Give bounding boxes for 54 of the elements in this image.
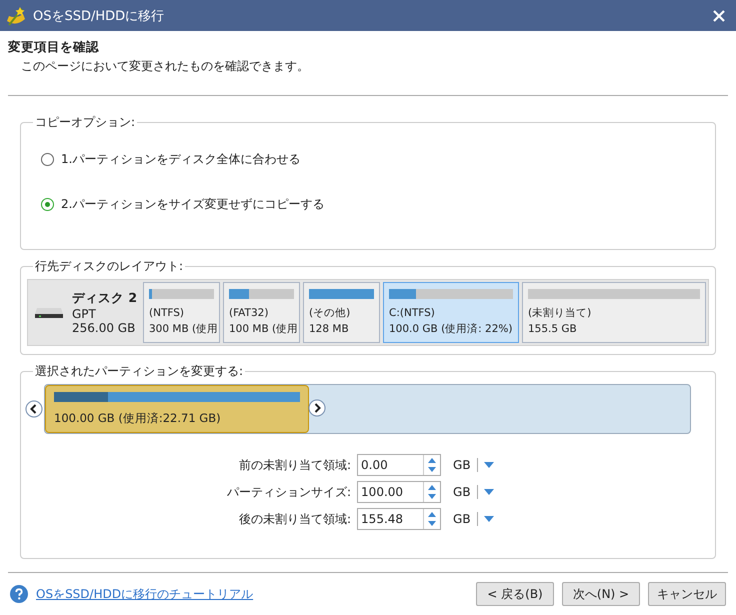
app-icon [5, 4, 27, 26]
partition-info: 100.0 GB (使用済: 22%) [389, 322, 512, 337]
partition-name: C:(NTFS) [389, 306, 435, 321]
page-title: 変更項目を確認 [8, 39, 100, 56]
partition-block[interactable]: (未割り当て) 155.5 GB [522, 282, 706, 343]
hard-drive-icon [34, 306, 64, 320]
group-legend: コピーオプション: [33, 114, 138, 131]
usage-bar [309, 289, 374, 299]
tutorial-link[interactable]: OSをSSD/HDDに移行のチュートリアル [36, 586, 254, 602]
disk-name: ディスク 2 [72, 290, 138, 307]
close-icon[interactable] [712, 8, 726, 22]
number-field[interactable]: 0.00 [357, 454, 442, 476]
dropdown-caret-icon[interactable] [484, 516, 494, 522]
usage-bar [149, 289, 214, 299]
page-subtitle: このページにおいて変更されたものを確認できます。 [20, 58, 310, 75]
partition-name: (NTFS) [149, 306, 184, 321]
radio-option[interactable]: 2.パーティションをサイズ変更せずにコピーする [41, 196, 709, 213]
next-button[interactable]: 次へ(N) > [562, 582, 640, 606]
cancel-button[interactable]: キャンセル [648, 582, 726, 606]
partition-info: 128 MB [309, 322, 349, 337]
field-label: パーティションサイズ: [227, 484, 352, 500]
radio-button[interactable] [41, 153, 54, 166]
unit-label: GB [447, 485, 478, 499]
dropdown-caret-icon[interactable] [484, 462, 494, 468]
field-label: 前の未割り当て領域: [238, 456, 352, 474]
partition-block[interactable]: (FAT32) 100 MB (使用 [223, 282, 300, 343]
back-button[interactable]: < 戻る(B) [476, 582, 554, 606]
field-label: 後の未割り当て領域: [238, 510, 352, 528]
dropdown-caret-icon[interactable] [484, 489, 494, 495]
partition-name: (その他) [309, 306, 350, 321]
partition-block[interactable]: (NTFS) 300 MB (使用 [143, 282, 220, 343]
partition-name: (未割り当て) [528, 306, 592, 321]
unit-label: GB [447, 512, 478, 526]
partition-block[interactable]: (その他) 128 MB [303, 282, 380, 343]
help-icon[interactable] [10, 585, 28, 603]
partition-info: 155.5 GB [528, 322, 577, 337]
partition-info: 100 MB (使用 [229, 322, 294, 337]
partition-info: 300 MB (使用 [149, 322, 214, 337]
partition-block[interactable]: C:(NTFS) 100.0 GB (使用済: 22%) [383, 282, 519, 343]
option-label: 2.パーティションをサイズ変更せずにコピーする [61, 196, 324, 213]
number-field[interactable]: 155.48 [357, 508, 442, 530]
disk-type: GPT [72, 307, 97, 321]
usage-bar [229, 289, 294, 299]
unit-label: GB [447, 458, 478, 472]
partition-name: (FAT32) [229, 306, 268, 321]
partition-handle[interactable]: 100.00 GB (使用済:22.71 GB) [45, 385, 310, 433]
option-label: 1.パーティションをディスク全体に合わせる [61, 151, 300, 168]
radio-button[interactable] [41, 198, 54, 211]
group-legend: 行先ディスクのレイアウト: [33, 258, 186, 275]
radio-option[interactable]: 1.パーティションをディスク全体に合わせる [41, 151, 709, 168]
disk-size: 256.00 GB [72, 321, 136, 335]
group-legend: 選択されたパーティションを変更する: [33, 363, 246, 380]
window-title: OSをSSD/HDDに移行 [33, 8, 164, 24]
number-field[interactable]: 100.00 [357, 481, 442, 503]
